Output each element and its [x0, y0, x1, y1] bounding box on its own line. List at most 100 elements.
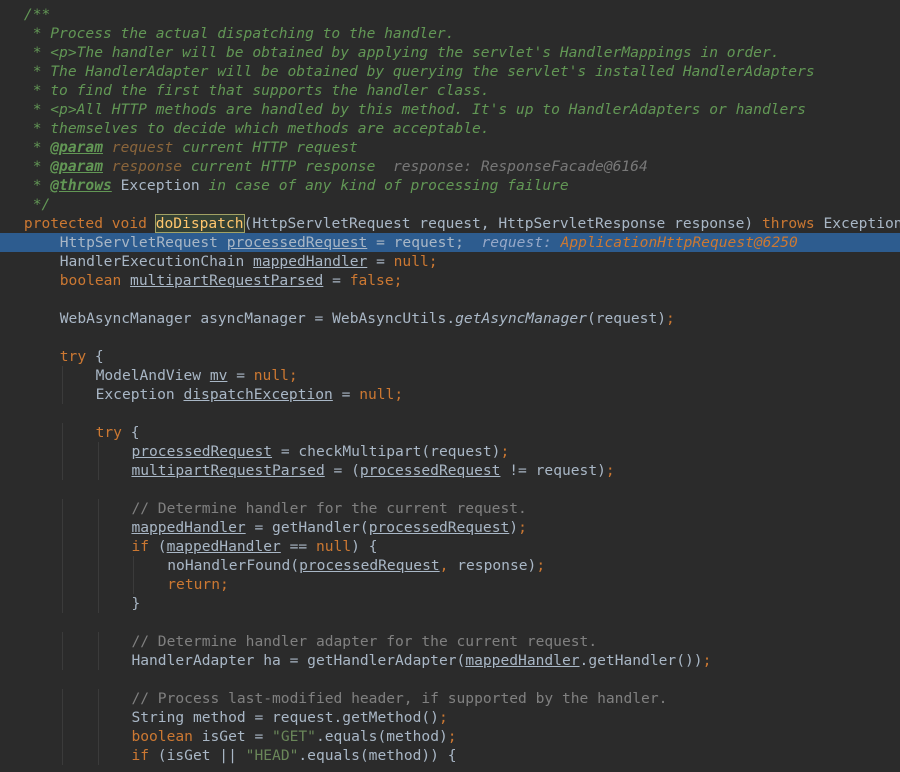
code-line[interactable]: if (mappedHandler == null) { — [0, 537, 900, 556]
indent-guide — [97, 575, 99, 594]
indent-guide — [97, 727, 99, 746]
code-line[interactable]: * <p>The handler will be obtained by app… — [0, 43, 900, 62]
code-line[interactable]: // Process last-modified header, if supp… — [0, 689, 900, 708]
code-line[interactable]: try { — [0, 423, 900, 442]
code-token: = request; — [367, 234, 464, 251]
current-execution-line[interactable]: HttpServletRequest processedRequest = re… — [0, 233, 900, 252]
code-token: protected void — [23, 215, 156, 232]
code-line[interactable]: Exception dispatchException = null; — [0, 385, 900, 404]
indent-guide — [61, 632, 63, 651]
code-line[interactable]: return; — [0, 575, 900, 594]
javadoc-text: */ — [23, 196, 51, 213]
code-token: boolean — [131, 728, 202, 745]
javadoc-text: current HTTP response — [182, 158, 376, 175]
code-line[interactable]: * @throws Exception in case of any kind … — [0, 176, 900, 195]
code-line[interactable]: * @param request current HTTP request — [0, 138, 900, 157]
indent-guide — [61, 575, 63, 594]
code-token: processedRequest — [368, 519, 510, 536]
code-token: Exception — [95, 386, 184, 403]
code-line[interactable]: * <p>All HTTP methods are handled by thi… — [0, 100, 900, 119]
code-token: multipartRequestParsed — [130, 272, 324, 289]
line-content: if (mappedHandler == null) { — [0, 537, 377, 556]
code-line[interactable]: multipartRequestParsed = (processedReque… — [0, 461, 900, 480]
code-line[interactable]: ModelAndView mv = null; — [0, 366, 900, 385]
code-token: { — [94, 348, 104, 365]
debug-inline-value: response: ResponseFacade@6164 — [392, 158, 648, 175]
code-line[interactable]: // Determine handler for the current req… — [0, 499, 900, 518]
indent-guide — [61, 746, 63, 765]
code-line[interactable] — [0, 328, 900, 347]
indent-guide — [97, 461, 99, 480]
code-line[interactable] — [0, 613, 900, 632]
code-line[interactable]: * to find the first that supports the ha… — [0, 81, 900, 100]
code-token: try — [95, 424, 131, 441]
javadoc-text: /** — [23, 6, 51, 23]
code-line[interactable]: try { — [0, 347, 900, 366]
javadoc-text: * — [23, 177, 51, 194]
code-token: null — [359, 386, 395, 403]
code-line[interactable]: String method = request.getMethod(); — [0, 708, 900, 727]
code-line[interactable] — [0, 480, 900, 499]
code-line[interactable]: WebAsyncManager asyncManager = WebAsyncU… — [0, 309, 900, 328]
code-token: ; — [428, 253, 438, 270]
code-token: processedRequest — [131, 443, 273, 460]
line-content: HttpServletRequest processedRequest = re… — [0, 233, 798, 252]
code-token: mappedHandler — [166, 538, 281, 555]
code-token: = ( — [324, 462, 360, 479]
code-line[interactable]: noHandlerFound(processedRequest, respons… — [0, 556, 900, 575]
code-line[interactable]: protected void doDispatch(HttpServletReq… — [0, 214, 900, 233]
javadoc-text: @throws — [50, 177, 112, 194]
code-line[interactable] — [0, 670, 900, 689]
line-content: // Determine handler adapter for the cur… — [0, 632, 597, 651]
indent-guide — [97, 746, 99, 765]
code-token: ; — [288, 367, 298, 384]
code-token: ( — [157, 538, 167, 555]
code-token: getAsyncManager — [455, 310, 587, 327]
code-token: = getHandler( — [245, 519, 369, 536]
line-content: * @param response current HTTP response … — [0, 157, 648, 176]
code-line[interactable]: if (isGet || "HEAD".equals(method)) { — [0, 746, 900, 765]
javadoc-text: * — [23, 139, 51, 156]
indent-guide — [97, 594, 99, 613]
code-line[interactable]: HandlerExecutionChain mappedHandler = nu… — [0, 252, 900, 271]
code-token: ; — [702, 652, 712, 669]
code-token: .getHandler()) — [579, 652, 703, 669]
code-token: "HEAD" — [245, 747, 299, 764]
line-content: * <p>All HTTP methods are handled by thi… — [0, 100, 806, 119]
indent-guide — [97, 518, 99, 537]
code-line[interactable]: * The HandlerAdapter will be obtained by… — [0, 62, 900, 81]
code-line[interactable]: } — [0, 594, 900, 613]
line-content: * themselves to decide which methods are… — [0, 119, 490, 138]
code-line[interactable] — [0, 404, 900, 423]
code-token: null — [315, 538, 352, 555]
javadoc-text: @param — [50, 158, 103, 175]
code-line[interactable]: * @param response current HTTP response … — [0, 157, 900, 176]
javadoc-text: * The HandlerAdapter will be obtained by… — [23, 63, 815, 80]
code-line[interactable]: */ — [0, 195, 900, 214]
indent-guide — [61, 423, 63, 442]
code-token: (HttpServletRequest request, HttpServlet… — [243, 215, 762, 232]
code-line[interactable]: mappedHandler = getHandler(processedRequ… — [0, 518, 900, 537]
code-token: = — [367, 253, 394, 270]
code-line[interactable]: HandlerAdapter ha = getHandlerAdapter(ma… — [0, 651, 900, 670]
code-line[interactable]: * Process the actual dispatching to the … — [0, 24, 900, 43]
code-editor[interactable]: /** * Process the actual dispatching to … — [0, 5, 900, 765]
code-token: ModelAndView — [95, 367, 210, 384]
code-token: ; — [447, 728, 457, 745]
method-name-highlight: doDispatch — [154, 214, 245, 233]
indent-guide — [97, 537, 99, 556]
code-token: HandlerAdapter ha = getHandlerAdapter( — [131, 652, 466, 669]
code-line[interactable]: processedRequest = checkMultipart(reques… — [0, 442, 900, 461]
code-line[interactable]: boolean multipartRequestParsed = false; — [0, 271, 900, 290]
indent-guide — [61, 461, 63, 480]
code-token: ; — [394, 386, 404, 403]
code-line[interactable]: * themselves to decide which methods are… — [0, 119, 900, 138]
code-line[interactable]: // Determine handler adapter for the cur… — [0, 632, 900, 651]
code-token: == — [280, 538, 316, 555]
code-line[interactable] — [0, 290, 900, 309]
line-content: processedRequest = checkMultipart(reques… — [0, 442, 509, 461]
code-token: if — [131, 538, 158, 555]
line-content: /** — [0, 5, 50, 24]
code-line[interactable]: boolean isGet = "GET".equals(method); — [0, 727, 900, 746]
code-line[interactable]: /** — [0, 5, 900, 24]
